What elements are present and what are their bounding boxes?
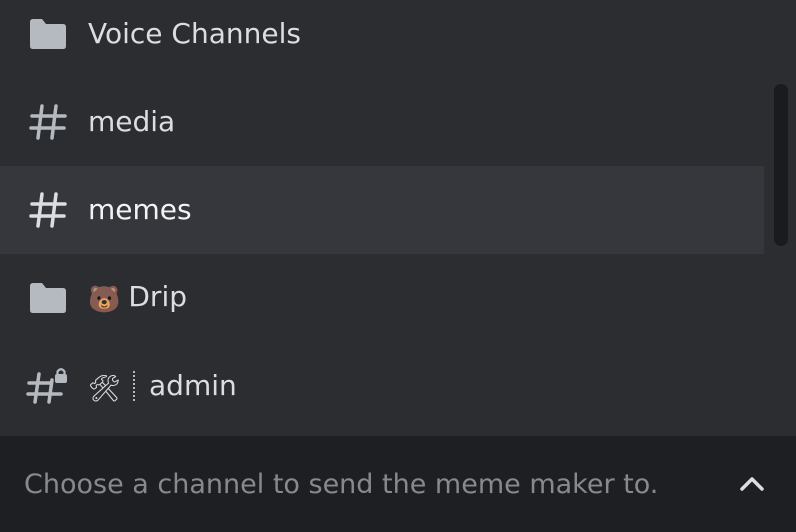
channel-select-dropdown: Voice Channels media memes 🐻 Drip 🛠 admi…: [0, 0, 796, 532]
locked-hashtag-icon: [26, 364, 70, 408]
hashtag-icon: [26, 188, 70, 232]
select-placeholder: Choose a channel to send the meme maker …: [24, 468, 659, 500]
scrollbar-thumb[interactable]: [774, 84, 788, 246]
option-label: 🛠 admin: [88, 368, 237, 404]
channel-options-list: Voice Channels media memes 🐻 Drip 🛠 admi…: [0, 0, 764, 430]
separator-divider: [133, 370, 136, 401]
option-label: memes: [88, 193, 192, 226]
hammer-and-wrench-emoji-icon: 🛠: [88, 373, 122, 404]
bear-emoji-icon: 🐻: [88, 285, 121, 315]
option-label-text: Drip: [128, 280, 187, 313]
option-label: 🐻 Drip: [88, 280, 187, 315]
chevron-up-icon[interactable]: [732, 464, 772, 504]
option-label-text: admin: [149, 368, 237, 402]
option-label: Voice Channels: [88, 17, 301, 50]
hashtag-icon: [26, 100, 70, 144]
folder-icon: [26, 276, 70, 320]
option-memes[interactable]: memes: [0, 166, 764, 254]
option-drip[interactable]: 🐻 Drip: [0, 254, 764, 342]
option-label: media: [88, 105, 176, 138]
option-voice-channels[interactable]: Voice Channels: [0, 0, 764, 78]
option-admin[interactable]: 🛠 admin: [0, 342, 764, 430]
channel-select-input[interactable]: Choose a channel to send the meme maker …: [0, 436, 796, 532]
option-media[interactable]: media: [0, 78, 764, 166]
folder-icon: [26, 12, 70, 56]
